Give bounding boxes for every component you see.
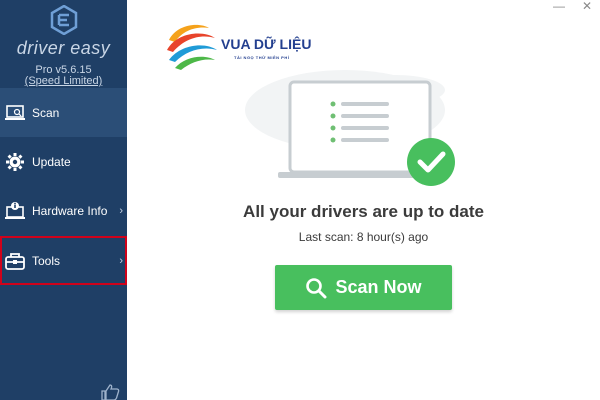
driver-easy-window: driver easy Pro v5.6.15 (Speed Limited) … [0, 0, 600, 400]
last-scan-text: Last scan: 8 hour(s) ago [298, 230, 429, 244]
watermark-title: VUA DỮ LIỆU [221, 36, 312, 52]
sidebar-item-label: Hardware Info [32, 203, 108, 218]
scan-icon [4, 102, 26, 124]
toolbox-icon [4, 250, 26, 272]
main-panel: — ✕ VUA DỮ LIỆU TÀI NGỌ THỬ MIỄN PHÍ All… [127, 0, 600, 400]
scan-now-label: Scan Now [335, 277, 422, 297]
sidebar-item-update[interactable]: Update [0, 137, 127, 186]
brand-name: driver easy [16, 38, 111, 58]
sidebar-item-label: Tools [32, 253, 61, 268]
close-button[interactable]: ✕ [579, 0, 595, 14]
speed-limited-link[interactable]: (Speed Limited) [0, 75, 127, 87]
brand-block: driver easy Pro v5.6.15 (Speed Limited) [0, 0, 127, 88]
minimize-button[interactable]: — [551, 0, 567, 14]
driver-easy-logo-icon [50, 5, 78, 35]
watermark-swoosh-icon [167, 24, 217, 70]
scan-now-button[interactable]: Scan Now [275, 265, 452, 310]
gear-icon [4, 151, 26, 173]
sidebar-item-scan[interactable]: Scan [0, 88, 127, 137]
sidebar: driver easy Pro v5.6.15 (Speed Limited) … [0, 0, 127, 400]
hardware-info-icon [4, 200, 26, 222]
sidebar-item-label: Scan [32, 105, 60, 120]
sidebar-item-hardware-info[interactable]: Hardware Info › [0, 186, 127, 235]
laptop-up-to-date-illustration [245, 70, 455, 186]
chevron-right-icon: › [119, 254, 123, 267]
chevron-right-icon: › [119, 204, 123, 217]
search-icon [306, 277, 327, 298]
sidebar-item-label: Update [32, 154, 71, 169]
sidebar-item-tools[interactable]: Tools › [0, 236, 127, 285]
status-headline: All your drivers are up to date [243, 202, 484, 221]
thumbs-up-icon[interactable] [100, 384, 120, 400]
